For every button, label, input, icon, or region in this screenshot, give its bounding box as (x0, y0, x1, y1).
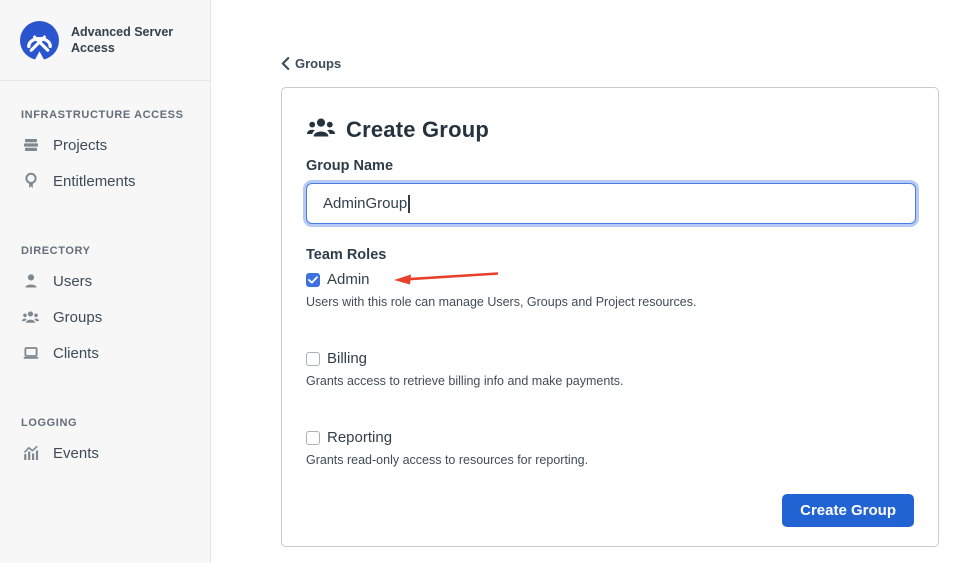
group-name-value: AdminGroup (323, 195, 408, 212)
chart-icon (21, 444, 40, 463)
sidebar-item-label: Users (53, 272, 93, 290)
create-group-card: Create Group Group Name AdminGroup Team … (281, 87, 939, 547)
billing-checkbox[interactable] (306, 351, 320, 366)
sidebar-item-users[interactable]: Users (0, 263, 210, 299)
sidebar-item-clients[interactable]: Clients (0, 335, 210, 371)
users-icon (21, 308, 40, 327)
sidebar-item-events[interactable]: Events (0, 435, 210, 471)
reporting-checkbox[interactable] (306, 430, 320, 445)
page-title: Create Group (346, 116, 489, 142)
group-people-icon (306, 115, 336, 144)
text-caret (408, 194, 410, 213)
user-icon (21, 272, 40, 291)
section-header-infrastructure-access: INFRASTRUCTURE ACCESS (21, 109, 184, 121)
admin-checkbox[interactable] (306, 272, 320, 287)
stack-icon (21, 136, 40, 155)
role-row-admin: Admin (306, 271, 914, 288)
back-to-groups-link[interactable]: Groups (281, 56, 341, 71)
sidebar-item-entitlements[interactable]: Entitlements (0, 163, 210, 199)
badge-icon (21, 172, 40, 191)
admin-role-description: Users with this role can manage Users, G… (306, 295, 697, 309)
main-content: Groups Create Group Group Name AdminGrou… (211, 0, 956, 563)
sidebar-item-label: Entitlements (53, 172, 136, 190)
card-title: Create Group (306, 115, 914, 144)
billing-role-description: Grants access to retrieve billing info a… (306, 374, 624, 388)
brand-name: Advanced Server Access (71, 24, 174, 55)
section-header-logging: LOGGING (21, 417, 78, 429)
group-name-input[interactable]: AdminGroup (306, 183, 916, 224)
sidebar-nav: INFRASTRUCTURE ACCESS Projects Entitleme… (0, 109, 210, 471)
sidebar-item-label: Clients (53, 344, 99, 362)
section-header-directory: DIRECTORY (21, 245, 91, 257)
reporting-checkbox-label[interactable]: Reporting (327, 429, 392, 446)
brand: Advanced Server Access (0, 0, 210, 81)
sidebar-item-groups[interactable]: Groups (0, 299, 210, 335)
reporting-role-description: Grants read-only access to resources for… (306, 453, 589, 467)
team-roles-label: Team Roles (306, 247, 387, 263)
sidebar: Advanced Server Access INFRASTRUCTURE AC… (0, 0, 211, 563)
app-window: Advanced Server Access INFRASTRUCTURE AC… (0, 0, 956, 563)
role-row-billing: Billing (306, 350, 914, 367)
group-name-label: Group Name (306, 158, 394, 174)
chevron-left-icon (281, 57, 290, 70)
back-link-label: Groups (295, 56, 342, 71)
billing-checkbox-label[interactable]: Billing (327, 350, 367, 367)
advanced-server-access-logo-icon (20, 20, 59, 60)
sidebar-item-projects[interactable]: Projects (0, 127, 210, 163)
sidebar-item-label: Projects (53, 136, 108, 154)
create-group-button[interactable]: Create Group (782, 494, 914, 527)
sidebar-item-label: Events (53, 444, 99, 462)
admin-checkbox-label[interactable]: Admin (327, 271, 370, 288)
role-row-reporting: Reporting (306, 429, 914, 446)
laptop-icon (21, 344, 40, 363)
sidebar-item-label: Groups (53, 308, 103, 326)
